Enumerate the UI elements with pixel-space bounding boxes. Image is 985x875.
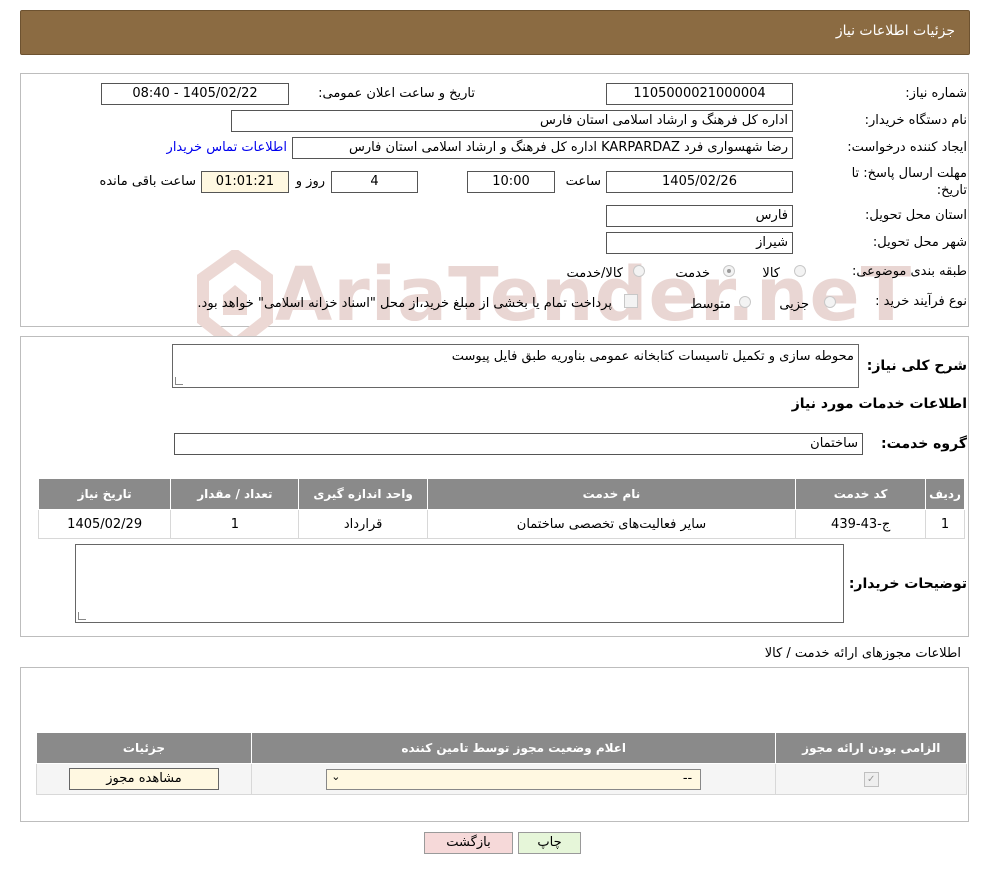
deadline-label: مهلت ارسال پاسخ: تا تاریخ: — [851, 166, 967, 198]
deadline-time-label: ساعت — [565, 174, 601, 189]
back-button[interactable]: بازگشت — [424, 832, 513, 854]
category-radio-goods[interactable] — [794, 265, 806, 277]
category-option-service: خدمت — [675, 266, 710, 281]
deadline-date-field: 1405/02/26 — [606, 171, 793, 193]
cell-row-number: 1 — [925, 509, 965, 539]
col-need-date: تاریخ نیاز — [37, 478, 172, 510]
process-label: نوع فرآیند خرید : — [875, 294, 967, 309]
buyer-org-label: نام دستگاه خریدار: — [864, 113, 967, 128]
cell-need-date: 1405/02/29 — [37, 509, 172, 539]
description-text: محوطه سازی و تکمیل تاسیسات کتابخانه عموم… — [451, 349, 854, 364]
table-row: 1405/02/29 1 قرارداد سایر فعالیت‌های تخص… — [37, 509, 965, 539]
buyer-notes-label: توضیحات خریدار: — [848, 576, 967, 592]
license-required-checkbox[interactable]: ✓ — [863, 771, 879, 787]
watermark-text: AriaTender.neT — [275, 252, 913, 338]
province-field: فارس — [606, 205, 793, 227]
col-quantity: تعداد / مقدار — [170, 478, 300, 510]
page-header: جزئیات اطلاعات نیاز — [20, 10, 970, 55]
category-option-goods: کالا — [762, 266, 780, 281]
announce-date-label: تاریخ و ساعت اعلان عمومی: — [318, 86, 475, 101]
service-group-field: ساختمان — [174, 433, 863, 455]
category-option-goods-service: کالا/خدمت — [566, 266, 623, 281]
payment-note: پرداخت تمام یا بخشی از مبلغ خرید،از محل … — [197, 296, 612, 311]
category-label: طبقه بندی موضوعی: — [851, 264, 967, 279]
col-service-code: کد خدمت — [795, 478, 927, 510]
process-option-medium: متوسط — [690, 297, 731, 312]
requester-field: رضا شهسواری فرد KARPARDAZ اداره کل فرهنگ… — [292, 137, 793, 159]
city-label: شهر محل تحویل: — [872, 235, 967, 250]
need-number-field: 1105000021000004 — [606, 83, 793, 105]
announce-date-field: 1405/02/22 - 08:40 — [101, 83, 289, 105]
license-status-select-value: -- — [682, 770, 693, 786]
resize-handle-icon[interactable] — [78, 612, 86, 620]
chevron-down-icon: ⌄ — [331, 769, 341, 783]
cell-unit: قرارداد — [298, 509, 428, 539]
days-label: روز و — [295, 174, 325, 189]
cell-license-required: ✓ — [775, 763, 967, 795]
col-service-name: نام خدمت — [426, 478, 797, 510]
process-radio-medium[interactable] — [739, 296, 751, 308]
category-radio-goods-service[interactable] — [633, 265, 645, 277]
buyer-org-field: اداره کل فرهنگ و ارشاد اسلامی استان فارس — [231, 110, 793, 132]
table-row: مشاهده مجوز -- ⌄ ✓ — [36, 763, 967, 795]
requester-label: ایجاد کننده درخواست: — [847, 140, 967, 155]
col-license-status: اعلام وضعیت مجوز توسط تامین کننده — [250, 732, 777, 764]
payment-checkbox[interactable] — [624, 294, 638, 308]
col-license-required: الزامی بودن ارائه مجوز — [775, 732, 967, 764]
process-option-minor: جزیی — [779, 297, 809, 312]
buyer-contact-link[interactable]: اطلاعات تماس خریدار — [167, 140, 287, 155]
col-unit: واحد اندازه گیری — [298, 478, 428, 510]
print-button[interactable]: چاپ — [518, 832, 581, 854]
deadline-time-field: 10:00 — [467, 171, 555, 193]
licenses-title: اطلاعات مجوزهای ارائه خدمت / کالا — [764, 646, 961, 661]
resize-handle-icon[interactable] — [175, 377, 183, 385]
view-license-button[interactable]: مشاهده مجوز — [68, 768, 219, 790]
license-status-select[interactable]: -- ⌄ — [326, 768, 702, 790]
col-details: جزئیات — [36, 732, 252, 764]
city-field: شیراز — [606, 232, 793, 254]
services-table: تاریخ نیاز تعداد / مقدار واحد اندازه گیر… — [37, 478, 965, 539]
remaining-time-label: ساعت باقی مانده — [99, 174, 196, 189]
process-radio-minor[interactable] — [824, 296, 836, 308]
description-label: شرح کلی نیاز: — [866, 358, 967, 374]
need-number-label: شماره نیاز: — [905, 86, 967, 101]
cell-license-status: -- ⌄ — [250, 763, 777, 795]
days-field: 4 — [331, 171, 418, 193]
description-textarea[interactable]: محوطه سازی و تکمیل تاسیسات کتابخانه عموم… — [172, 344, 859, 388]
services-title: اطلاعات خدمات مورد نیاز — [791, 396, 967, 412]
cell-service-name: سایر فعالیت‌های تخصصی ساختمان — [426, 509, 797, 539]
cell-details: مشاهده مجوز — [36, 763, 252, 795]
category-radio-service[interactable] — [723, 265, 735, 277]
page-title: جزئیات اطلاعات نیاز — [835, 23, 955, 39]
licenses-table: جزئیات اعلام وضعیت مجوز توسط تامین کننده… — [36, 732, 967, 795]
col-row-number: ردیف — [925, 478, 965, 510]
cell-quantity: 1 — [170, 509, 300, 539]
province-label: استان محل تحویل: — [865, 208, 967, 223]
service-group-label: گروه خدمت: — [881, 436, 967, 452]
cell-service-code: ج-43-439 — [795, 509, 927, 539]
remaining-time-field: 01:01:21 — [201, 171, 289, 193]
buyer-notes-textarea[interactable] — [75, 544, 844, 623]
